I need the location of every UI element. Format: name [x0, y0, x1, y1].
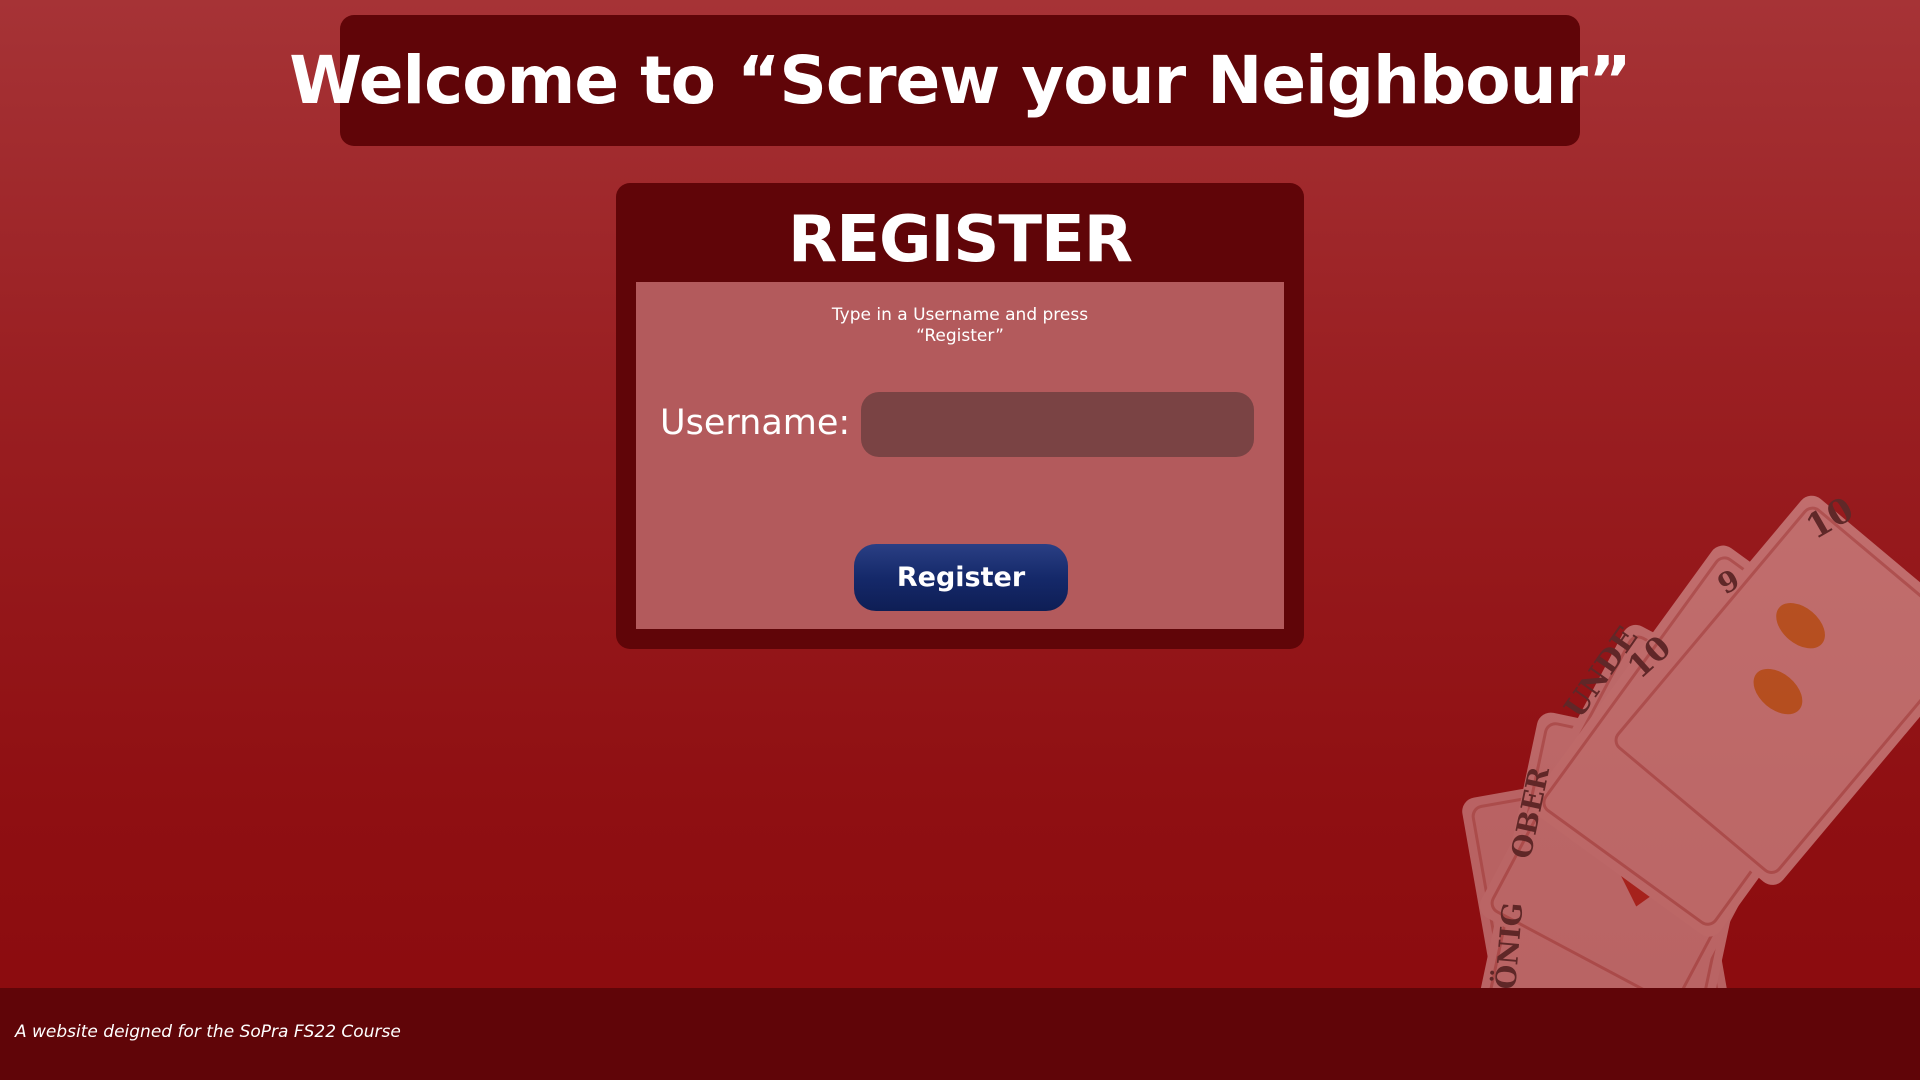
instructions-line-2: “Register” — [916, 326, 1004, 346]
register-panel: REGISTER Type in a Username and press “R… — [616, 183, 1304, 649]
register-instructions: Type in a Username and press “Register” — [810, 305, 1110, 347]
instructions-line-1: Type in a Username and press — [831, 305, 1089, 325]
username-input[interactable] — [861, 392, 1254, 457]
playing-cards-decoration: 10 9 UNDE 10 OBER ÖNIG — [1420, 480, 1920, 990]
register-button[interactable]: Register — [854, 544, 1068, 611]
page-title: Welcome to “Screw your Neighbour” — [289, 42, 1631, 119]
register-heading: REGISTER — [787, 203, 1133, 277]
playing-cards-illustration: 10 9 UNDE 10 OBER ÖNIG — [1462, 489, 1920, 990]
register-form: Type in a Username and press “Register” … — [636, 282, 1284, 629]
footer: A website deigned for the SoPra FS22 Cou… — [0, 988, 1920, 1080]
username-label: Username: — [660, 403, 851, 443]
title-banner: Welcome to “Screw your Neighbour” — [289, 15, 1632, 146]
footer-text: A website deigned for the SoPra FS22 Cou… — [15, 1022, 401, 1042]
